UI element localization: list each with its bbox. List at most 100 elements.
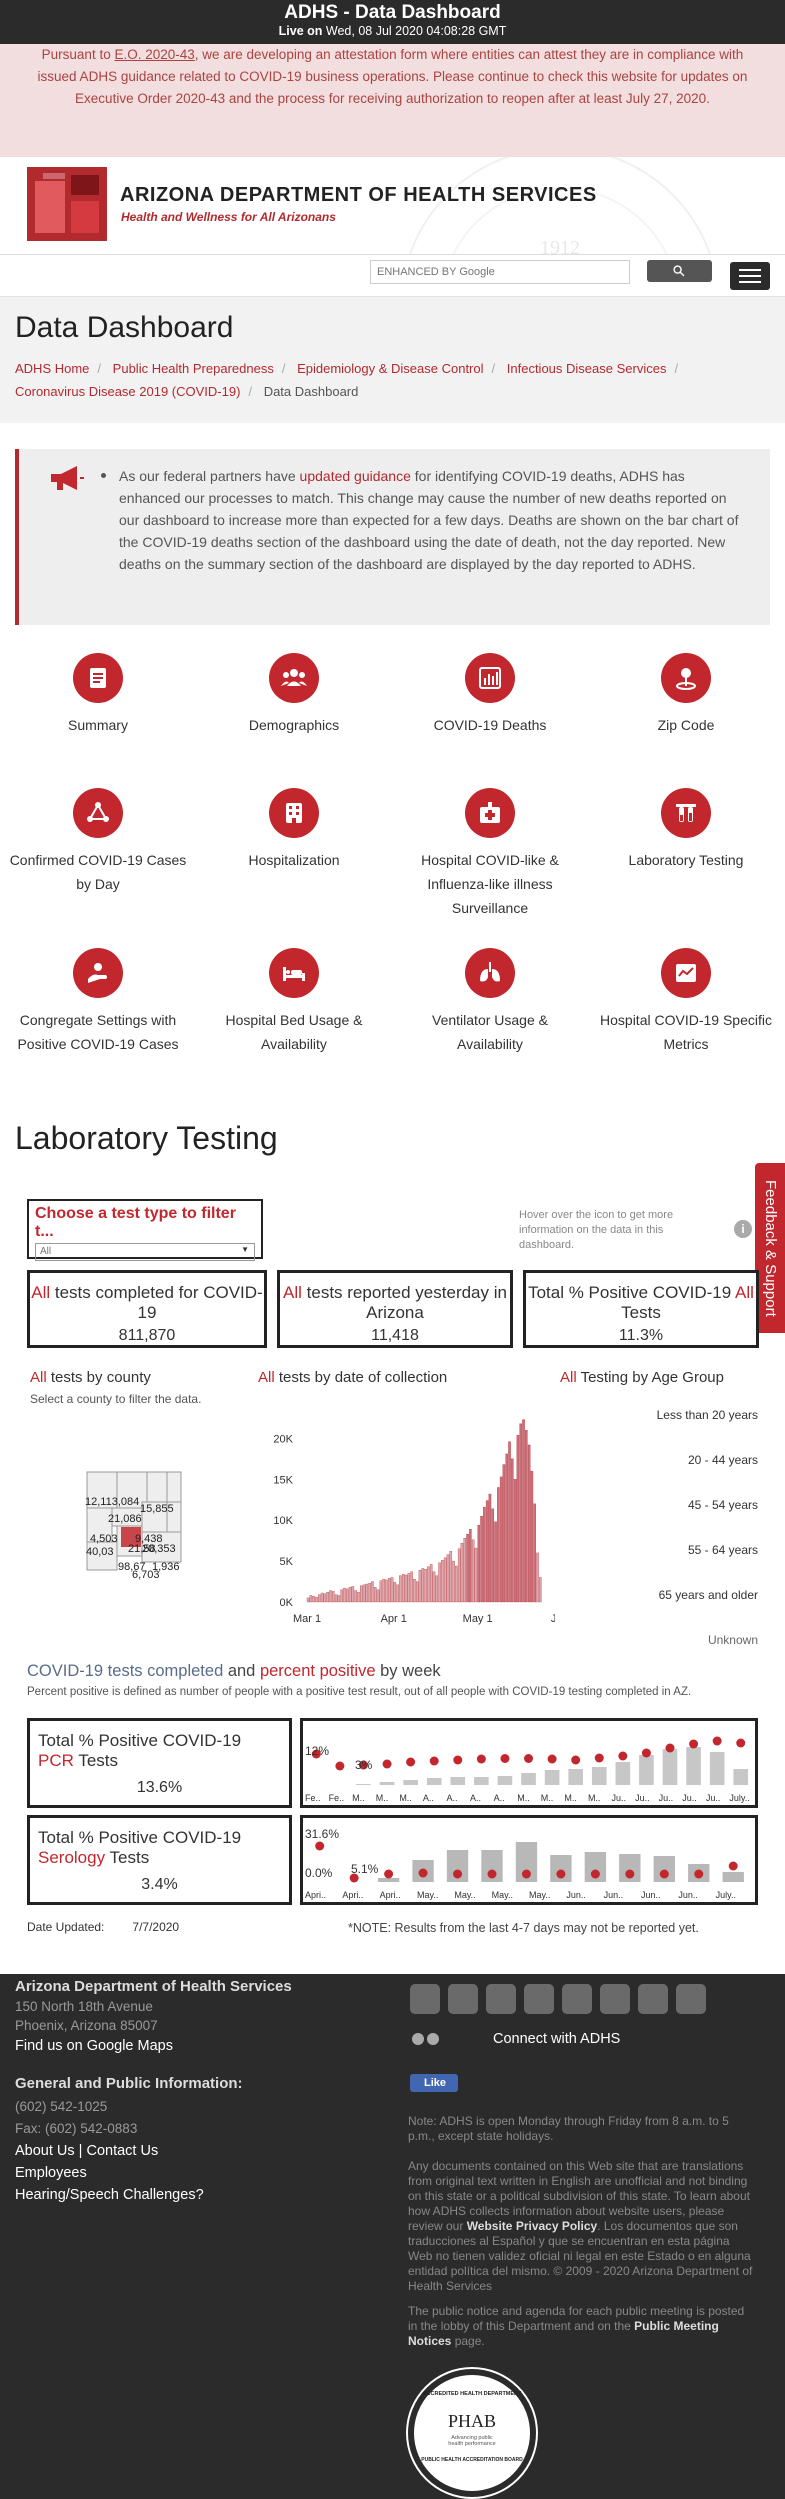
seal-year: 1912 [540, 237, 580, 255]
serology-x-label: Jun.. [566, 1890, 586, 1900]
search-button[interactable] [647, 260, 712, 282]
serology-test-bar [722, 1872, 744, 1882]
age-group-label[interactable]: Unknown [560, 1633, 758, 1678]
twitter-icon[interactable] [410, 1984, 440, 2014]
filter-select[interactable]: All ▼ [35, 1243, 255, 1261]
feedback-support-tab[interactable]: Feedback & Support [755, 1163, 785, 1333]
tile-ventilator-usage[interactable]: Ventilator Usage & Availability [400, 948, 580, 1056]
date-bar [376, 1589, 380, 1603]
employees-link[interactable]: Employees [15, 2162, 292, 2184]
date-bar [460, 1542, 464, 1603]
tile-laboratory-testing[interactable]: Laboratory Testing [596, 788, 776, 872]
date-bar [396, 1584, 399, 1603]
date-bar [306, 1597, 310, 1603]
serology-x-label: Apri.. [342, 1890, 363, 1900]
pcr-test-bar [568, 1769, 583, 1785]
pcr-x-label: M.. [517, 1793, 530, 1803]
pcr-percent-dot [618, 1751, 628, 1761]
serology-x-label: July.. [716, 1890, 736, 1900]
tile-zip-code[interactable]: Zip Code [596, 653, 776, 737]
serology-weekly-chart[interactable]: 31.6% 0.0% 5.1% Apri.. Apri.. Apri.. May.. May.… [300, 1815, 758, 1905]
county-title: All tests by county [30, 1369, 151, 1386]
facebook-like-button[interactable]: Like [410, 2074, 458, 2092]
age-group-label[interactable]: 45 - 54 years [560, 1498, 758, 1543]
tile-hospitalization[interactable]: Hospitalization [204, 788, 384, 872]
tile-label: Hospitalization [248, 852, 340, 868]
breadcrumb-adhs-home[interactable]: ADHS Home [15, 361, 89, 376]
tile-ili-surveillance[interactable]: Hospital COVID-like & Influenza-like ill… [400, 788, 580, 920]
pcr-percent-dot [500, 1754, 510, 1763]
age-group-label[interactable]: 20 - 44 years [560, 1453, 758, 1498]
tile-deaths[interactable]: COVID-19 Deaths [400, 653, 580, 737]
pcr-x-label: M.. [541, 1793, 554, 1803]
org-tagline: Health and Wellness for All Arizonans [121, 210, 336, 224]
date-bar [441, 1560, 444, 1603]
serology-x-label: Jun.. [641, 1890, 661, 1900]
phab-accreditation-badge[interactable]: ACCREDITED HEALTH DEPARTMENT PHAB Advanc… [408, 2369, 536, 2497]
info-icon[interactable]: i [734, 1220, 752, 1238]
tile-label: Summary [68, 717, 128, 733]
breadcrumb-covid[interactable]: Coronavirus Disease 2019 (COVID-19) [15, 384, 240, 399]
age-group-label[interactable]: 55 - 64 years [560, 1543, 758, 1588]
date-bar [432, 1571, 436, 1603]
tests-by-date-chart[interactable]: 0K5K10K15K20KMar 1Apr 1May 1Jun 1Jul 1 [255, 1400, 555, 1640]
age-group-label[interactable]: Less than 20 years [560, 1408, 758, 1453]
updated-guidance-link[interactable]: updated guidance [300, 468, 411, 484]
pcr-test-bar [356, 1784, 371, 1785]
linkedin-icon[interactable] [638, 1984, 668, 2014]
flickr-icon[interactable] [412, 2032, 446, 2046]
serology-percent-dot [487, 1869, 497, 1879]
date-bar [312, 1596, 315, 1603]
about-us-link[interactable]: About Us [15, 2143, 75, 2159]
wordpress-icon[interactable] [524, 1984, 554, 2014]
tile-cases-by-day[interactable]: Confirmed COVID-19 Cases by Day [8, 788, 188, 896]
hamburger-menu-button[interactable] [730, 262, 770, 290]
public-notice: The public notice and agenda for each pu… [408, 2304, 745, 2348]
google-maps-link[interactable]: Find us on Google Maps [15, 2035, 292, 2057]
pcr-percent-dot [335, 1761, 345, 1771]
pcr-x-label: Ju.. [612, 1793, 627, 1803]
page-title: Data Dashboard [15, 311, 234, 344]
tile-hospital-metrics[interactable]: Hospital COVID-19 Specific Metrics [596, 948, 776, 1056]
instagram-icon[interactable] [600, 1984, 630, 2014]
connect-with-adhs[interactable]: Connect with ADHS [493, 2028, 620, 2050]
search-icon [673, 265, 685, 277]
hearing-link[interactable]: Hearing/Speech Challenges? [15, 2184, 292, 2206]
tile-label: Hospital Bed Usage & Availability [225, 1012, 363, 1052]
pcr-x-label: A.. [470, 1793, 481, 1803]
date-bar [351, 1586, 355, 1603]
facebook-icon[interactable] [448, 1984, 478, 2014]
weekly-description: Percent positive is defined as number of… [27, 1686, 692, 1698]
tile-summary[interactable]: Summary [8, 653, 188, 737]
test-type-filter[interactable]: Choose a test type to filter t... All ▼ [27, 1199, 263, 1261]
breadcrumb-epidemiology[interactable]: Epidemiology & Disease Control [297, 361, 483, 376]
date-bar [309, 1595, 313, 1603]
eo-link[interactable]: E.O. 2020-43 [114, 47, 194, 62]
pinterest-icon[interactable] [562, 1984, 592, 2014]
email-icon[interactable] [676, 1984, 706, 2014]
breadcrumb-infectious[interactable]: Infectious Disease Services [507, 361, 667, 376]
date-bar [536, 1552, 539, 1603]
org-name[interactable]: ARIZONA DEPARTMENT OF HEALTH SERVICES [120, 184, 597, 207]
youtube-icon[interactable] [486, 1984, 516, 2014]
privacy-policy-link[interactable]: Website Privacy Policy [467, 2219, 598, 2233]
hover-hint: Hover over the icon to get more informat… [519, 1209, 674, 1251]
age-group-label[interactable]: 65 years and older [560, 1588, 758, 1633]
search-input[interactable] [370, 260, 630, 284]
tile-demographics[interactable]: Demographics [204, 653, 384, 737]
tile-congregate-settings[interactable]: Congregate Settings with Positive COVID-… [8, 948, 188, 1056]
serology-x-label: Apri.. [305, 1890, 326, 1900]
pcr-x-label: M.. [564, 1793, 577, 1803]
date-bar [421, 1568, 425, 1603]
serology-percent-dot [453, 1869, 463, 1879]
adhs-logo-icon[interactable] [27, 167, 107, 241]
tile-bed-usage[interactable]: Hospital Bed Usage & Availability [204, 948, 384, 1056]
pcr-weekly-chart[interactable]: 12% 3% Fe.. Fe.. M.. M.. M.. A.. A.. A.. A.. M.. M..… [300, 1718, 758, 1808]
contact-us-link[interactable]: Contact Us [86, 2143, 158, 2159]
serology-x-label: Jun.. [604, 1890, 624, 1900]
pcr-x-label: A.. [446, 1793, 457, 1803]
date-bar [483, 1506, 486, 1603]
footer-phone[interactable]: (602) 542-1025 [15, 2096, 292, 2118]
pcr-x-label: Ju.. [635, 1793, 650, 1803]
breadcrumb-preparedness[interactable]: Public Health Preparedness [113, 361, 274, 376]
